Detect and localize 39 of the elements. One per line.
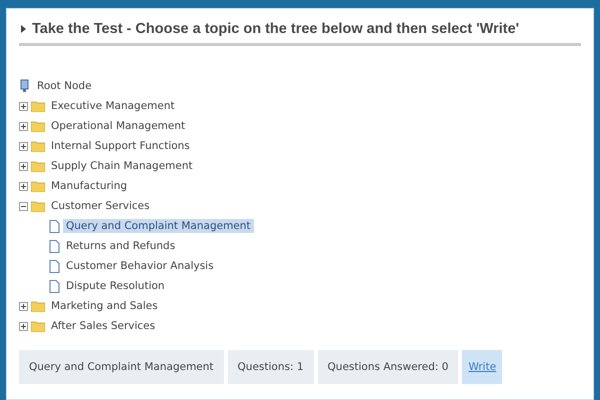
expand-icon[interactable] [19, 162, 28, 170]
page-icon [49, 240, 60, 252]
tree-folder[interactable]: Supply Chain Management [48, 159, 196, 173]
tree-folder[interactable]: Manufacturing [48, 179, 130, 193]
expand-icon[interactable] [19, 302, 28, 310]
tree-item[interactable]: Returns and Refunds [63, 239, 178, 253]
root-node-icon [19, 79, 31, 93]
folder-icon [31, 320, 45, 332]
bullet-icon [21, 25, 26, 33]
tree-folder[interactable]: Executive Management [48, 99, 178, 113]
expand-icon[interactable] [19, 142, 28, 150]
page-title: Take the Test - Choose a topic on the tree below and then select 'Write' [32, 21, 520, 37]
topic-label: Query and Complaint Management [19, 350, 224, 384]
folder-icon [31, 200, 45, 212]
tree-item[interactable]: Dispute Resolution [63, 279, 168, 293]
tree-item[interactable]: Query and Complaint Management [63, 219, 254, 233]
questions-count: Questions: 1 [228, 350, 314, 384]
page-icon [49, 260, 60, 272]
tree-folder[interactable]: Internal Support Functions [48, 139, 193, 153]
folder-icon [31, 140, 45, 152]
folder-icon [31, 100, 45, 112]
tree-root[interactable]: Root Node [34, 79, 95, 93]
tree-folder[interactable]: Customer Services [48, 199, 153, 213]
answered-count: Questions Answered: 0 [318, 350, 458, 384]
folder-icon [31, 180, 45, 192]
expand-icon[interactable] [19, 122, 28, 130]
expand-icon[interactable] [19, 182, 28, 190]
tree-item[interactable]: Customer Behavior Analysis [63, 259, 217, 273]
expand-icon[interactable] [19, 102, 28, 110]
tree-folder[interactable]: Operational Management [48, 119, 188, 133]
tree-folder[interactable]: Marketing and Sales [48, 299, 161, 313]
collapse-icon[interactable] [19, 202, 28, 210]
page-icon [49, 280, 60, 292]
folder-icon [31, 120, 45, 132]
page-icon [49, 220, 60, 232]
folder-icon [31, 160, 45, 172]
folder-icon [31, 300, 45, 312]
expand-icon[interactable] [19, 322, 28, 330]
tree-folder[interactable]: After Sales Services [48, 319, 158, 333]
